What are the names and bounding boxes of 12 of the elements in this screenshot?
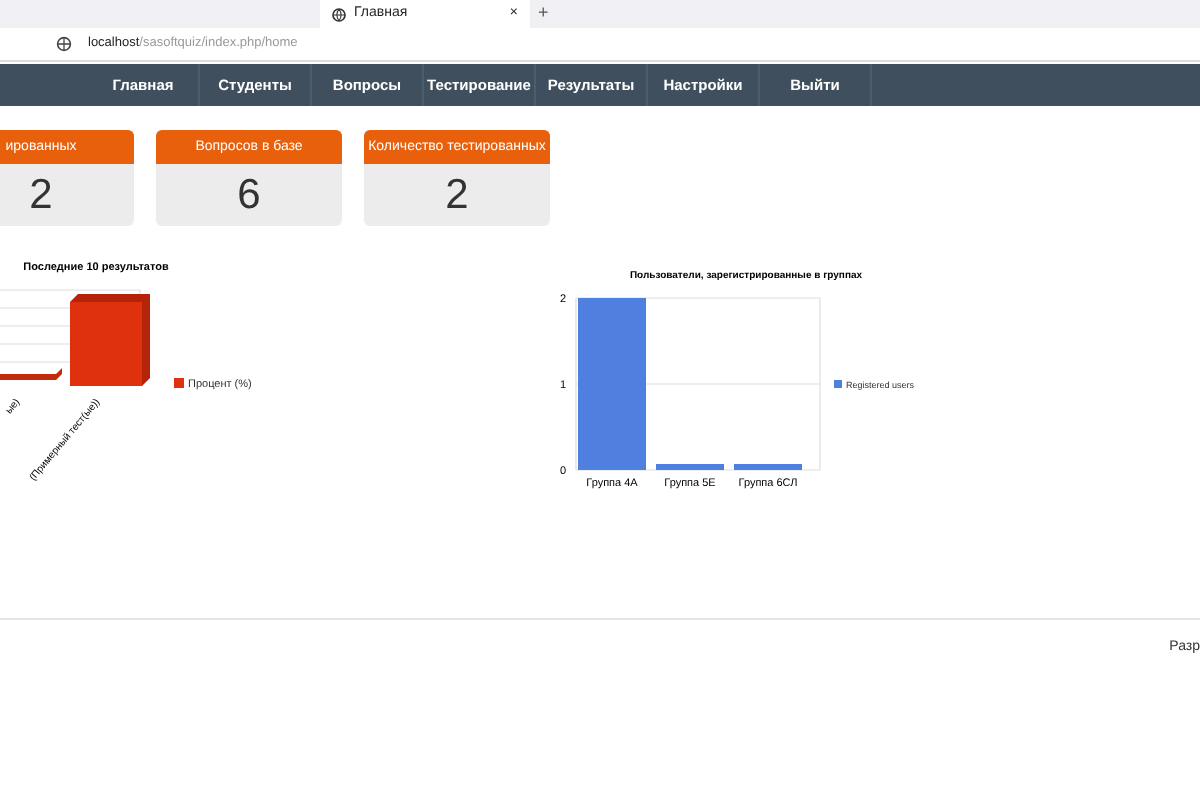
bar <box>656 464 724 470</box>
bar <box>70 294 150 386</box>
info-icon[interactable] <box>56 36 72 52</box>
stat-value: 6 <box>235 170 263 222</box>
new-tab-button[interactable]: + <box>538 0 549 28</box>
legend-swatch <box>834 380 842 388</box>
bar <box>0 368 62 380</box>
stat-value: 2 <box>443 170 471 222</box>
stat-value: 2 <box>27 170 55 222</box>
globe-icon <box>332 7 346 21</box>
legend-swatch <box>174 378 184 388</box>
bar <box>734 464 802 470</box>
